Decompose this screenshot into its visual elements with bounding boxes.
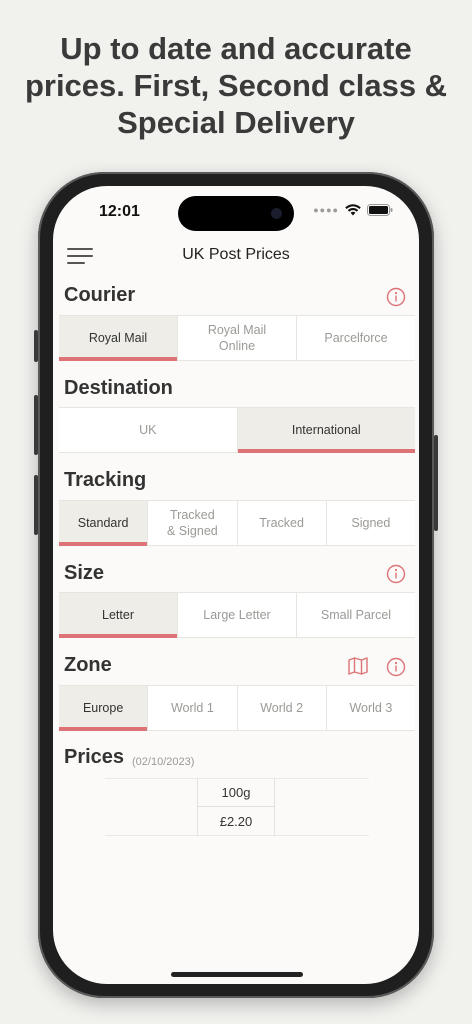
camera-icon <box>271 208 282 219</box>
page-title: UK Post Prices <box>182 246 290 263</box>
prices-heading: Prices <box>64 746 125 768</box>
zone-option-world-3[interactable]: World 3 <box>326 686 415 730</box>
courier-heading: Courier <box>64 284 136 306</box>
price-column: 100g £2.20 <box>197 779 275 835</box>
phone-screen: 12:01 ●●●● UK Post Prices Courier Royal … <box>53 186 419 984</box>
size-info-icon[interactable] <box>386 564 406 584</box>
signal-dots-icon: ●●●● <box>313 205 339 215</box>
size-heading: Size <box>64 562 105 584</box>
size-option-large-letter[interactable]: Large Letter <box>178 593 297 637</box>
zone-info-icon[interactable] <box>386 657 406 677</box>
destination-option-uk[interactable]: UK <box>59 408 238 452</box>
size-selector: Letter Large Letter Small Parcel <box>59 592 415 638</box>
status-time: 12:01 <box>99 203 140 220</box>
zone-heading: Zone <box>64 654 112 676</box>
promo-line-3: Special Delivery <box>117 105 355 140</box>
courier-selector: Royal Mail Royal Mail Online Parcelforce <box>59 315 415 361</box>
promo-headline: Up to date and accurate prices. First, S… <box>0 30 472 141</box>
volume-up-button <box>34 395 38 455</box>
destination-selector: UK International <box>59 407 415 453</box>
prices-date: (02/10/2023) <box>132 756 195 768</box>
map-icon[interactable] <box>347 656 369 676</box>
volume-down-button <box>34 475 38 535</box>
size-option-small-parcel[interactable]: Small Parcel <box>297 593 415 637</box>
price-table: 100g £2.20 <box>105 778 369 836</box>
price-weight-header: 100g <box>198 779 274 807</box>
status-icons: ●●●● <box>313 204 393 216</box>
zone-option-europe[interactable]: Europe <box>59 686 149 731</box>
tracking-option-tracked-signed[interactable]: Tracked & Signed <box>148 501 238 545</box>
courier-option-royal-mail[interactable]: Royal Mail <box>59 316 178 361</box>
tracking-option-signed[interactable]: Signed <box>326 501 415 545</box>
destination-heading: Destination <box>64 377 173 399</box>
tracking-selector: Standard Tracked & Signed Tracked Signed <box>59 500 415 546</box>
dynamic-island <box>178 196 294 231</box>
tracking-option-standard[interactable]: Standard <box>59 501 149 546</box>
power-button <box>434 435 438 531</box>
courier-option-royal-mail-online[interactable]: Royal Mail Online <box>178 316 297 360</box>
tracking-option-tracked[interactable]: Tracked <box>237 501 327 545</box>
wifi-icon <box>345 204 361 216</box>
action-button <box>34 330 38 362</box>
zone-selector: Europe World 1 World 2 World 3 <box>59 685 415 731</box>
promo-line-1: Up to date and accurate <box>60 31 412 66</box>
tracking-heading: Tracking <box>64 469 147 491</box>
size-option-letter[interactable]: Letter <box>59 593 178 638</box>
price-value: £2.20 <box>219 813 253 829</box>
battery-icon <box>367 204 393 216</box>
courier-info-icon[interactable] <box>386 287 406 307</box>
home-indicator[interactable] <box>171 972 303 977</box>
zone-option-world-2[interactable]: World 2 <box>237 686 327 730</box>
destination-option-international[interactable]: International <box>237 408 415 453</box>
nav-bar: UK Post Prices <box>53 238 419 272</box>
promo-line-2: prices. First, Second class & <box>24 68 448 103</box>
courier-option-parcelforce[interactable]: Parcelforce <box>297 316 415 360</box>
zone-option-world-1[interactable]: World 1 <box>148 686 238 730</box>
